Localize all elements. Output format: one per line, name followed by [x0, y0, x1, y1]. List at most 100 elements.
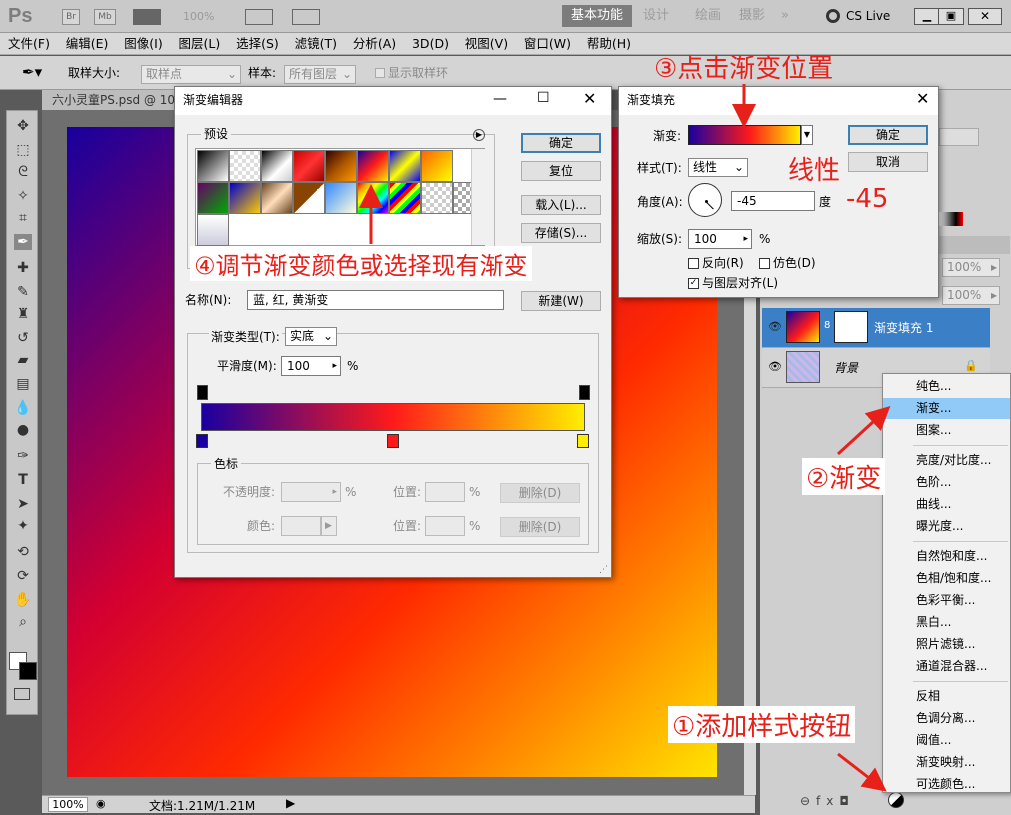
angle-field[interactable]: -45 — [731, 191, 815, 211]
show-ring-checkbox[interactable] — [375, 68, 385, 78]
status-icon[interactable]: ◉ — [96, 797, 106, 810]
menu-item[interactable]: 亮度/对比度... — [883, 450, 1010, 471]
preset-copper-dark[interactable] — [325, 150, 357, 182]
gradient-type-select[interactable]: 实底 ⌄ — [285, 327, 337, 346]
more-workspaces-icon[interactable]: » — [772, 5, 798, 27]
preset-blue-gold[interactable] — [229, 182, 261, 214]
layer-visibility-eye-icon[interactable]: 👁 — [768, 360, 782, 373]
preset-blue-yellow-blue[interactable] — [389, 150, 421, 182]
menu-layer[interactable]: 图层(L) — [173, 33, 227, 55]
opacity-stop-right[interactable] — [579, 385, 590, 400]
status-menu-arrow-icon[interactable]: ▶ — [286, 796, 295, 810]
angle-dial[interactable] — [688, 183, 722, 217]
menu-item[interactable]: 通道混合器... — [883, 656, 1010, 677]
menu-item[interactable]: 阈值... — [883, 730, 1010, 751]
preset-red[interactable] — [293, 150, 325, 182]
quick-mask-icon[interactable] — [14, 688, 30, 700]
stop-color-position-field[interactable] — [425, 516, 465, 536]
menu-image[interactable]: 图像(I) — [118, 33, 168, 55]
preset-copper[interactable] — [261, 182, 293, 214]
adjustment-panel-swatch[interactable] — [939, 128, 979, 146]
fill-cancel-button[interactable]: 取消 — [848, 152, 928, 172]
menu-item[interactable]: 渐变... — [883, 398, 1010, 419]
sample-size-select[interactable]: 取样点 ⌄ — [141, 65, 241, 84]
scale-field[interactable]: 100 ▸ — [688, 229, 752, 249]
workspace-essentials[interactable]: 基本功能 — [562, 5, 633, 27]
gradient-bar[interactable] — [201, 403, 585, 431]
stop-color-swatch[interactable] — [281, 516, 321, 536]
preset-transparent-rainbow[interactable] — [389, 182, 421, 214]
zoom-field[interactable]: 100% — [48, 797, 88, 812]
workspace-photography[interactable]: 摄影 — [730, 5, 774, 27]
close-app-button[interactable]: ✕ — [968, 8, 1002, 25]
menu-item[interactable]: 黑白... — [883, 612, 1010, 633]
cslive-menu[interactable]: CS Live — [846, 9, 890, 23]
sample-select[interactable]: 所有图层 ⌄ — [284, 65, 356, 84]
menu-item[interactable]: 照片滤镜... — [883, 634, 1010, 655]
color-stop-red[interactable] — [387, 434, 399, 448]
arrange-documents-button[interactable] — [245, 9, 273, 25]
menu-item[interactable]: 反相 — [883, 686, 1010, 707]
menu-item[interactable]: 色相/饱和度... — [883, 568, 1010, 589]
pen-tool-icon[interactable]: ✑ — [14, 448, 32, 464]
align-checkbox[interactable]: ✓ — [688, 278, 699, 289]
history-brush-tool-icon[interactable]: ↺ — [14, 330, 32, 346]
blur-tool-icon[interactable]: 💧 — [14, 400, 32, 416]
quick-select-tool-icon[interactable]: ✧ — [14, 188, 32, 204]
maximize-icon[interactable]: ☐ — [537, 90, 550, 106]
menu-edit[interactable]: 编辑(E) — [60, 33, 115, 55]
preset-blue-red-yellow[interactable] — [357, 150, 389, 182]
menu-item[interactable]: 色阶... — [883, 472, 1010, 493]
minimize-button[interactable]: ▁ — [914, 8, 940, 25]
presets-scrollbar[interactable] — [471, 149, 485, 245]
view-extras-button[interactable] — [133, 9, 161, 25]
dodge-tool-icon[interactable]: ● — [14, 422, 32, 438]
stop-opacity-field[interactable]: ▸ — [281, 482, 341, 502]
menu-3d[interactable]: 3D(D) — [406, 33, 455, 55]
close-icon[interactable]: ✕ — [916, 89, 929, 108]
eraser-tool-icon[interactable]: ▰ — [14, 352, 32, 368]
menu-filter[interactable]: 滤镜(T) — [289, 33, 343, 55]
gradient-picker-dropdown-icon[interactable]: ▼ — [801, 125, 813, 145]
menu-item[interactable]: 渐变映射... — [883, 752, 1010, 773]
style-select[interactable]: 线性 ⌄ — [688, 158, 748, 177]
3d-rotate-tool-icon[interactable]: ⟲ — [14, 544, 32, 560]
gradient-tool-icon[interactable]: ▤ — [14, 376, 32, 392]
menu-item[interactable]: 图案... — [883, 420, 1010, 441]
workspace-painting[interactable]: 绘画 — [686, 5, 730, 27]
new-button[interactable]: 新建(W) — [521, 291, 601, 311]
preset-chrome[interactable] — [293, 182, 325, 214]
shape-tool-icon[interactable]: ✦ — [14, 518, 32, 534]
minibridge-button[interactable]: Mb — [94, 9, 116, 25]
stop-color-menu-icon[interactable]: ▶ — [321, 516, 337, 536]
workspace-design[interactable]: 设计 — [634, 5, 678, 27]
gradient-name-field[interactable]: 蓝, 红, 黄渐变 — [247, 290, 504, 310]
menu-item[interactable]: 自然饱和度... — [883, 546, 1010, 567]
layer-row-gradient-fill[interactable]: 👁 8 渐变填充 1 — [762, 308, 990, 348]
menu-item[interactable]: 可选颜色... — [883, 774, 1010, 795]
preset-violet-green[interactable] — [197, 182, 229, 214]
preset-fg-transparent[interactable] — [229, 150, 261, 182]
preset-light[interactable] — [197, 214, 229, 246]
opacity-stop-left[interactable] — [197, 385, 208, 400]
menu-item[interactable]: 色彩平衡... — [883, 590, 1010, 611]
path-selection-tool-icon[interactable]: ➤ — [14, 496, 32, 512]
smoothness-field[interactable]: 100 ▸ — [281, 356, 341, 376]
close-icon[interactable]: ✕ — [583, 89, 596, 108]
stop-opacity-position-field[interactable] — [425, 482, 465, 502]
menu-item[interactable]: 曝光度... — [883, 516, 1010, 537]
clone-stamp-tool-icon[interactable]: ♜ — [14, 306, 32, 322]
resize-grip-icon[interactable]: ⋰ — [599, 565, 608, 575]
menu-help[interactable]: 帮助(H) — [581, 33, 637, 55]
menu-file[interactable]: 文件(F) — [0, 33, 56, 55]
move-tool-icon[interactable]: ✥ — [14, 118, 32, 134]
background-color-swatch[interactable] — [19, 662, 37, 680]
menu-select[interactable]: 选择(S) — [230, 33, 285, 55]
lasso-tool-icon[interactable]: ᘓ — [14, 164, 32, 180]
marquee-tool-icon[interactable]: ⬚ — [14, 142, 32, 158]
layer-visibility-eye-icon[interactable]: 👁 — [768, 320, 782, 333]
minimize-icon[interactable]: — — [493, 91, 507, 107]
save-button[interactable]: 存储(S)... — [521, 223, 601, 243]
layers-panel-footer-icons[interactable]: ⊖fx◘ — [800, 794, 855, 808]
menu-window[interactable]: 窗口(W) — [518, 33, 577, 55]
